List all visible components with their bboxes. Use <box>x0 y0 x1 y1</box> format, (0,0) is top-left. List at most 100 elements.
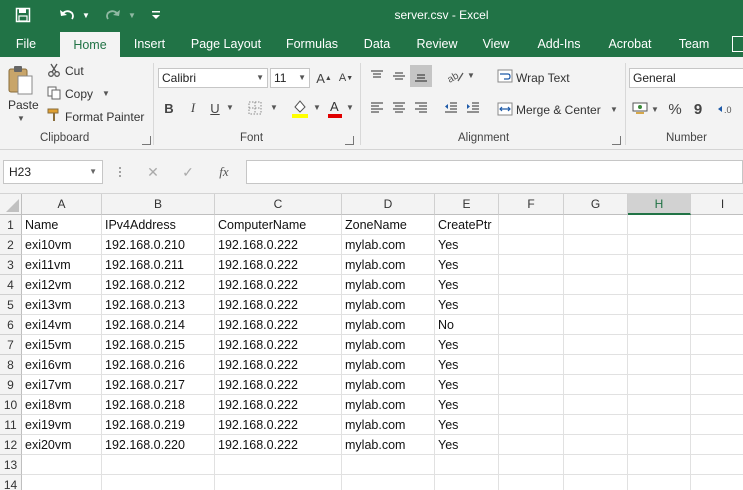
cell-f11[interactable] <box>499 415 564 435</box>
insert-function-icon[interactable]: fx <box>213 162 235 182</box>
cell-h5[interactable] <box>628 295 691 315</box>
cell-a8[interactable]: exi16vm <box>22 355 102 375</box>
row-header-1[interactable]: 1 <box>0 215 22 235</box>
paste-button[interactable]: Paste <box>8 98 39 112</box>
tab-page-layout[interactable]: Page Layout <box>186 31 266 57</box>
cell-b14[interactable] <box>102 475 215 490</box>
select-all-corner[interactable] <box>0 194 22 215</box>
paste-icon[interactable] <box>6 63 36 97</box>
cell-h10[interactable] <box>628 395 691 415</box>
cell-b1[interactable]: IPv4Address <box>102 215 215 235</box>
cell-d9[interactable]: mylab.com <box>342 375 435 395</box>
cell-i6[interactable] <box>691 315 743 335</box>
cell-b3[interactable]: 192.168.0.211 <box>102 255 215 275</box>
clipboard-launcher-icon[interactable] <box>142 136 151 145</box>
cell-i5[interactable] <box>691 295 743 315</box>
ribbon-overflow-icon[interactable] <box>732 36 743 52</box>
cell-f8[interactable] <box>499 355 564 375</box>
increase-indent-icon[interactable] <box>464 99 482 117</box>
cell-h11[interactable] <box>628 415 691 435</box>
tab-review[interactable]: Review <box>411 31 463 57</box>
column-header-a[interactable]: A <box>22 194 102 215</box>
borders-dropdown-icon[interactable]: ▼ <box>270 103 278 112</box>
cell-g14[interactable] <box>564 475 628 490</box>
cell-g6[interactable] <box>564 315 628 335</box>
underline-button[interactable]: U <box>206 98 224 118</box>
cell-f5[interactable] <box>499 295 564 315</box>
cell-f9[interactable] <box>499 375 564 395</box>
align-left-icon[interactable] <box>368 99 386 117</box>
copy-button[interactable]: Copy <box>65 87 93 101</box>
format-painter-button[interactable]: Format Painter <box>65 110 144 124</box>
tab-view[interactable]: View <box>477 31 515 57</box>
accounting-dropdown-icon[interactable]: ▼ <box>651 105 659 114</box>
cell-i1[interactable] <box>691 215 743 235</box>
cell-c8[interactable]: 192.168.0.222 <box>215 355 342 375</box>
tab-team[interactable]: Team <box>672 31 716 57</box>
cell-f7[interactable] <box>499 335 564 355</box>
cell-e9[interactable]: Yes <box>435 375 499 395</box>
cell-e14[interactable] <box>435 475 499 490</box>
cell-h6[interactable] <box>628 315 691 335</box>
cell-e12[interactable]: Yes <box>435 435 499 455</box>
column-header-b[interactable]: B <box>102 194 215 215</box>
cell-e11[interactable]: Yes <box>435 415 499 435</box>
cell-f13[interactable] <box>499 455 564 475</box>
cell-g5[interactable] <box>564 295 628 315</box>
enter-icon[interactable]: ✓ <box>178 162 198 182</box>
grow-font-button[interactable]: A ▲ <box>316 69 332 87</box>
align-center-icon[interactable] <box>390 99 408 117</box>
cell-b2[interactable]: 192.168.0.210 <box>102 235 215 255</box>
cell-i14[interactable] <box>691 475 743 490</box>
shrink-font-button[interactable]: A ▼ <box>338 69 354 87</box>
cell-d7[interactable]: mylab.com <box>342 335 435 355</box>
column-header-d[interactable]: D <box>342 194 435 215</box>
cell-a12[interactable]: exi20vm <box>22 435 102 455</box>
cell-g13[interactable] <box>564 455 628 475</box>
cell-a13[interactable] <box>22 455 102 475</box>
cell-b4[interactable]: 192.168.0.212 <box>102 275 215 295</box>
cell-g3[interactable] <box>564 255 628 275</box>
tab-insert[interactable]: Insert <box>127 31 172 57</box>
column-header-e[interactable]: E <box>435 194 499 215</box>
cell-a1[interactable]: Name <box>22 215 102 235</box>
cell-d5[interactable]: mylab.com <box>342 295 435 315</box>
font-name-combo[interactable]: Calibri ▼ <box>158 68 268 88</box>
italic-button[interactable]: I <box>184 98 202 118</box>
cell-h13[interactable] <box>628 455 691 475</box>
alignment-launcher-icon[interactable] <box>612 136 621 145</box>
paste-dropdown-icon[interactable]: ▼ <box>17 114 25 123</box>
row-header-10[interactable]: 10 <box>0 395 22 415</box>
cell-d4[interactable]: mylab.com <box>342 275 435 295</box>
cell-c1[interactable]: ComputerName <box>215 215 342 235</box>
fill-color-icon[interactable] <box>290 97 310 119</box>
orientation-icon[interactable]: ab <box>444 67 466 85</box>
cell-e1[interactable]: CreatePtr <box>435 215 499 235</box>
cell-d11[interactable]: mylab.com <box>342 415 435 435</box>
row-header-4[interactable]: 4 <box>0 275 22 295</box>
cell-e8[interactable]: Yes <box>435 355 499 375</box>
borders-icon[interactable] <box>246 99 264 117</box>
align-right-icon[interactable] <box>412 99 430 117</box>
align-top-icon[interactable] <box>368 67 386 85</box>
cell-a9[interactable]: exi17vm <box>22 375 102 395</box>
cell-h8[interactable] <box>628 355 691 375</box>
percent-style-button[interactable]: % <box>666 99 684 119</box>
cell-d13[interactable] <box>342 455 435 475</box>
cell-f6[interactable] <box>499 315 564 335</box>
cell-b8[interactable]: 192.168.0.216 <box>102 355 215 375</box>
cell-g2[interactable] <box>564 235 628 255</box>
column-header-g[interactable]: G <box>564 194 628 215</box>
row-header-2[interactable]: 2 <box>0 235 22 255</box>
row-header-6[interactable]: 6 <box>0 315 22 335</box>
cell-i8[interactable] <box>691 355 743 375</box>
cell-a3[interactable]: exi11vm <box>22 255 102 275</box>
cell-b10[interactable]: 192.168.0.218 <box>102 395 215 415</box>
cell-e13[interactable] <box>435 455 499 475</box>
cell-e7[interactable]: Yes <box>435 335 499 355</box>
cell-a14[interactable] <box>22 475 102 490</box>
cell-i12[interactable] <box>691 435 743 455</box>
cancel-icon[interactable]: ✕ <box>143 162 163 182</box>
cell-d8[interactable]: mylab.com <box>342 355 435 375</box>
cell-c13[interactable] <box>215 455 342 475</box>
